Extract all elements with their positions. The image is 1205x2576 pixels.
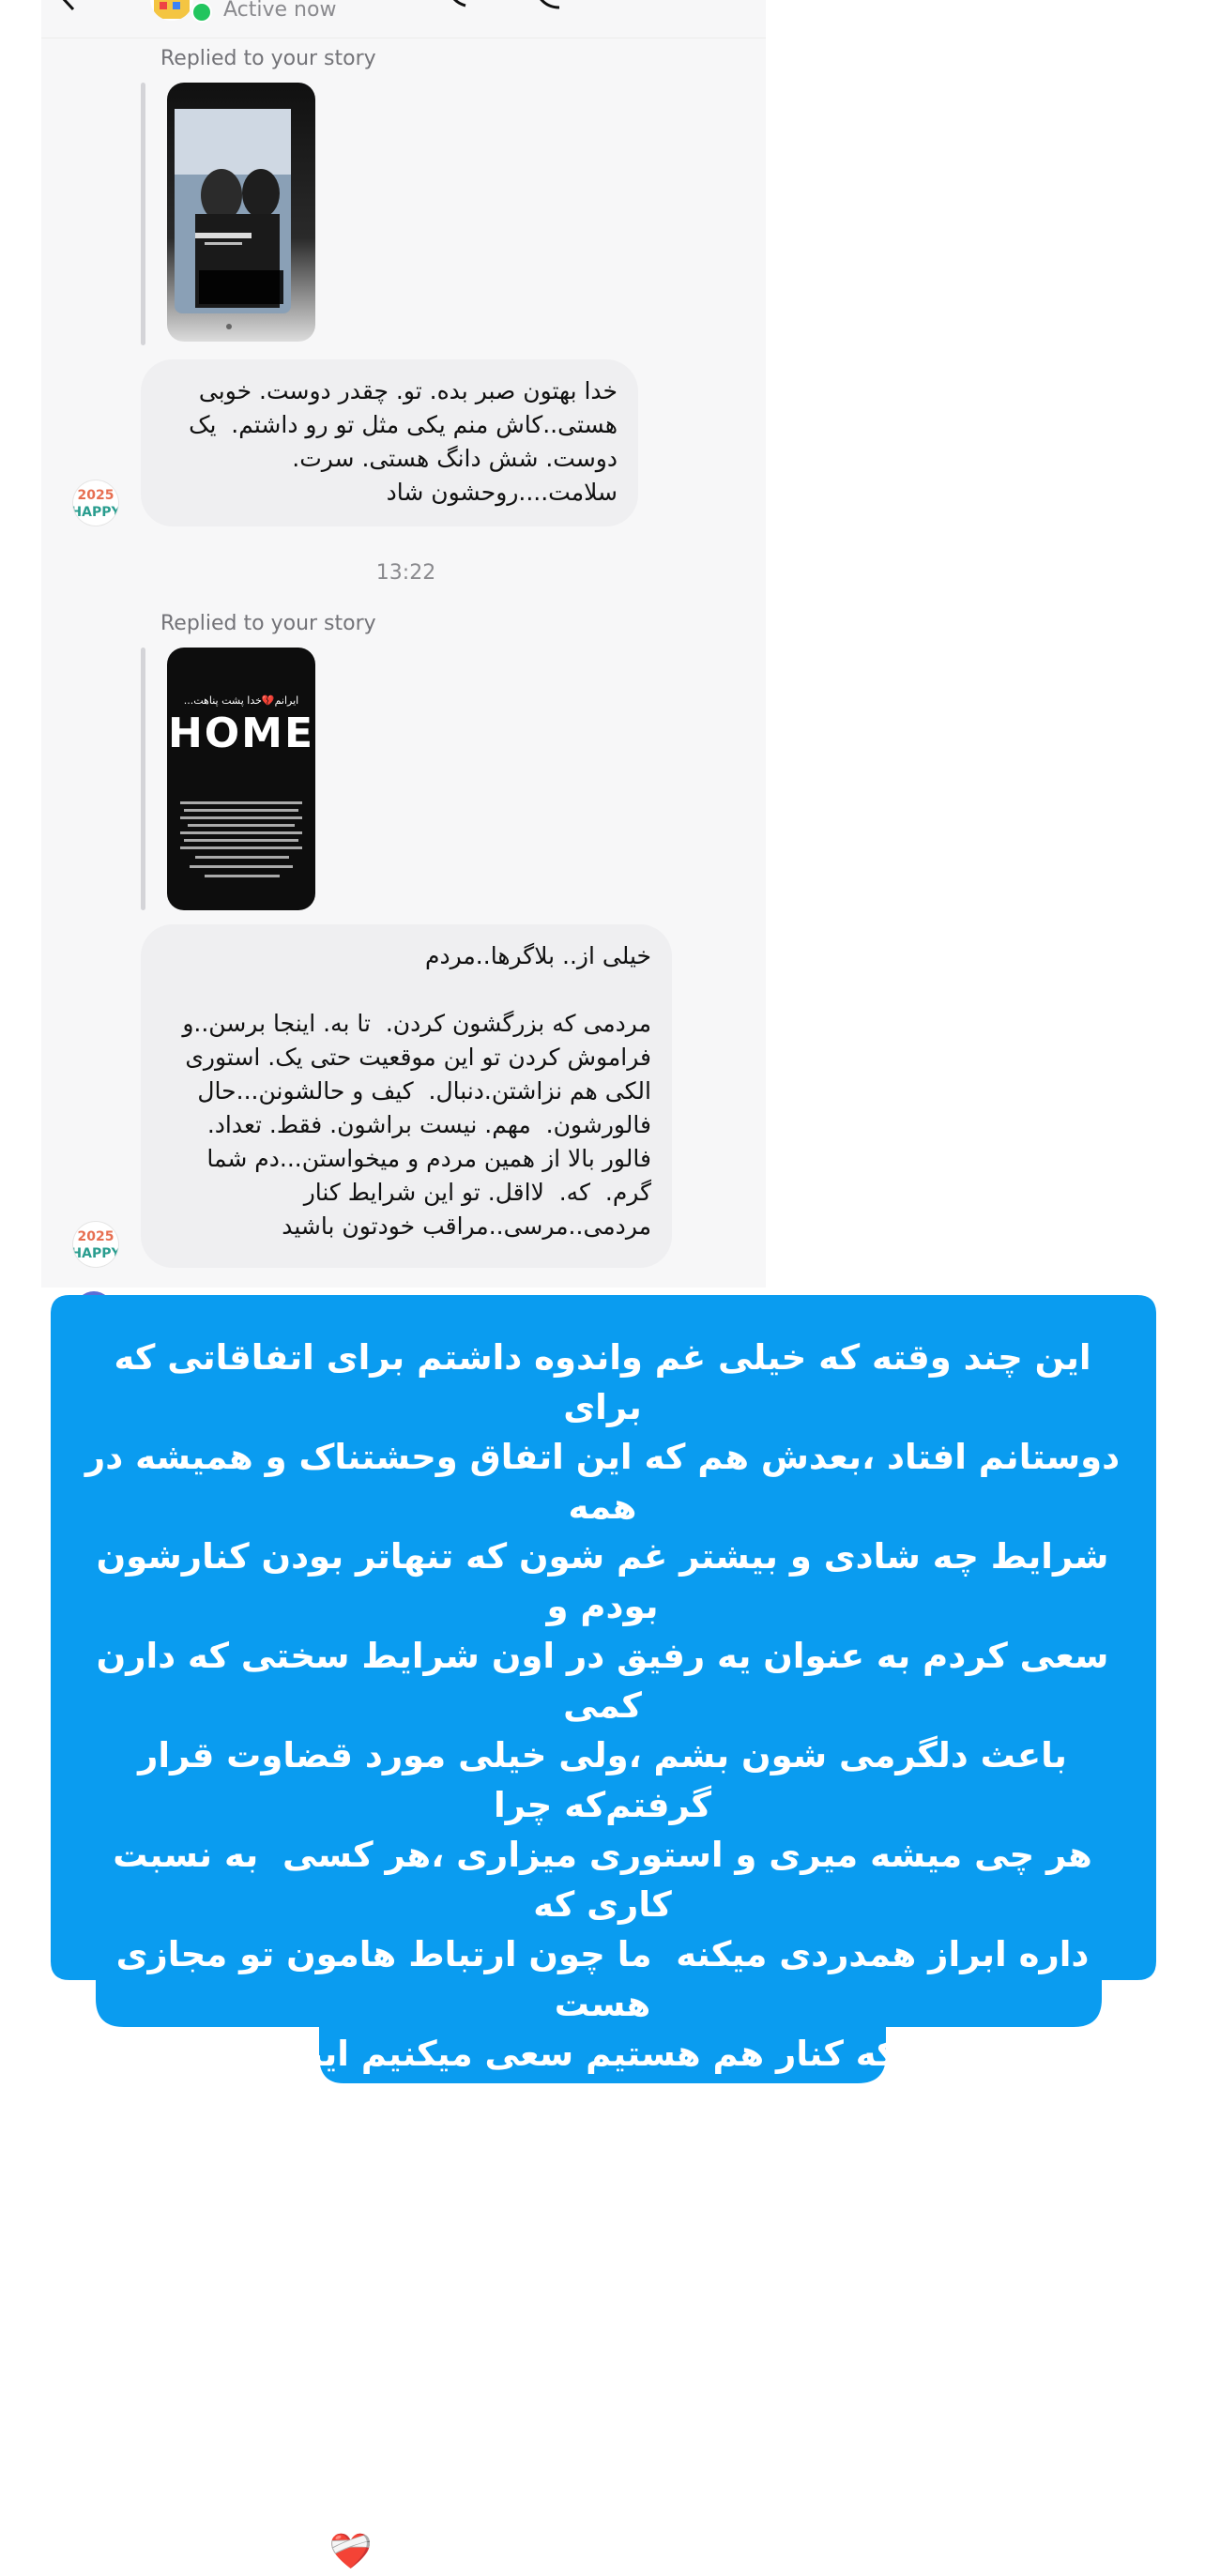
story-thumbnail[interactable] [167, 83, 315, 342]
sender-avatar[interactable]: 2025 HAPPY [73, 480, 118, 526]
svg-text:2025: 2025 [78, 1229, 114, 1244]
call-icon[interactable] [441, 0, 479, 9]
reply-label: Replied to your story [160, 47, 376, 70]
message-timestamp: 13:22 [375, 561, 436, 585]
message-bubble: خیلی از.. بلاگرها..مردم مردمی که بزرگشون… [141, 924, 672, 1268]
svg-text:2025: 2025 [78, 488, 114, 503]
online-indicator [191, 2, 212, 23]
overlay-text: این چند وقته که خیلی غم واندوه داشتم برا… [75, 1337, 1129, 2571]
svg-text:HAPPY: HAPPY [73, 1246, 118, 1261]
back-icon[interactable] [54, 0, 83, 11]
chat-header [41, 0, 766, 38]
story-thumbnail[interactable]: ایرانم💔خدا پشت پناهت... HOME [167, 648, 315, 910]
svg-text:HAPPY: HAPPY [73, 505, 118, 520]
video-icon[interactable] [533, 0, 571, 9]
sender-avatar[interactable]: 2025 HAPPY [73, 1222, 118, 1267]
active-status: Active now [223, 0, 337, 22]
info-icon[interactable] [610, 0, 648, 9]
message-bubble: خدا بهتون صبر بده. تو. چقدر دوست. خوبی ه… [141, 359, 638, 526]
reply-bar [141, 83, 145, 345]
reply-bar [141, 648, 145, 910]
reply-label: Replied to your story [160, 612, 376, 635]
more-icon[interactable] [685, 0, 704, 9]
